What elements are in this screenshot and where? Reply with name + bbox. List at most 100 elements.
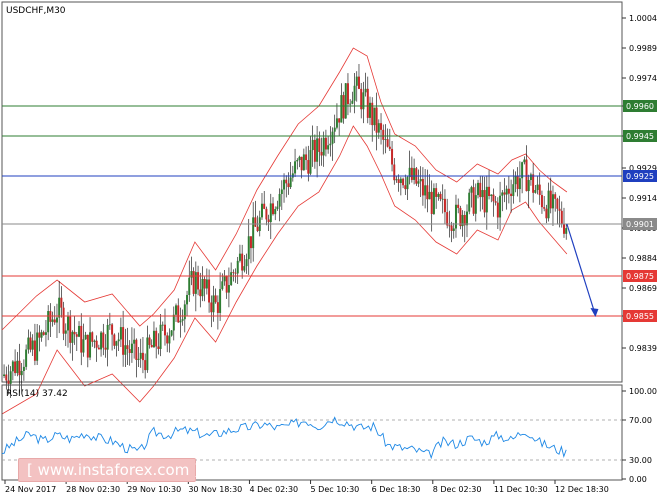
candle-body	[338, 118, 341, 123]
candle-body	[532, 174, 535, 193]
y-tick-label: 0.9914	[629, 194, 657, 203]
candle-body	[329, 143, 332, 146]
candle-body	[302, 154, 305, 171]
candle-body	[448, 225, 451, 227]
candle-body	[527, 180, 530, 192]
candle-body	[516, 175, 519, 190]
candle-body	[170, 330, 173, 336]
candle-body	[276, 206, 279, 210]
candle-body	[111, 324, 114, 335]
candle-body	[168, 335, 171, 344]
candle-body	[307, 160, 310, 174]
candle-body	[42, 332, 45, 335]
candle-body	[216, 302, 219, 313]
candle-body	[287, 183, 290, 188]
candle-body	[93, 340, 96, 342]
candle-body	[501, 192, 504, 196]
candle-body	[488, 186, 491, 197]
candle-body	[232, 272, 235, 274]
candle-body	[124, 345, 127, 355]
candle-body	[283, 179, 286, 190]
candle-body	[324, 137, 327, 150]
candle-body	[126, 345, 129, 350]
candle-body	[483, 190, 486, 213]
candle-body	[135, 339, 138, 360]
candle-body	[7, 380, 10, 384]
candle-body	[25, 349, 28, 367]
candle-body	[69, 316, 72, 343]
candle-body	[14, 361, 17, 374]
rsi-y-tick-label: 30.00	[629, 456, 652, 465]
candle-body	[331, 131, 334, 144]
candle-body	[384, 139, 387, 141]
candle-body	[64, 330, 67, 334]
candle-body	[342, 95, 345, 119]
y-tick-label: 0.9974	[629, 74, 657, 83]
candle-body	[212, 295, 215, 313]
candle-body	[181, 319, 184, 321]
candle-body	[298, 156, 301, 161]
candle-body	[265, 208, 268, 220]
candle-body	[117, 339, 120, 342]
candle-body	[305, 154, 308, 161]
candle-body	[529, 174, 532, 181]
candle-body	[503, 192, 506, 195]
candle-body	[113, 334, 116, 346]
candle-body	[186, 294, 189, 305]
candle-body	[115, 341, 118, 346]
watermark-badge: [ www.instaforex.com ]	[18, 458, 200, 482]
candle-body	[36, 332, 39, 361]
candle-body	[320, 151, 323, 156]
candle-body	[247, 236, 250, 260]
candle-body	[470, 187, 473, 193]
candle-body	[230, 272, 233, 286]
candle-body	[238, 253, 241, 261]
candle-body	[435, 188, 438, 197]
candle-body	[91, 332, 94, 342]
level-price-label: 0.9960	[626, 102, 654, 111]
candle-body	[225, 276, 228, 293]
candle-body	[419, 179, 422, 182]
candle-body	[558, 208, 561, 211]
candle-body	[148, 337, 151, 345]
candle-body	[197, 272, 200, 290]
candle-body	[208, 279, 211, 303]
candle-body	[104, 347, 107, 350]
candle-body	[100, 332, 103, 350]
candle-body	[11, 361, 14, 372]
candle-body	[512, 184, 515, 197]
candle-body	[490, 194, 493, 197]
candle-body	[194, 272, 197, 294]
candle-body	[382, 129, 385, 140]
x-tick-label: 28 Nov 02:30	[66, 485, 120, 494]
candle-body	[157, 346, 160, 349]
candle-body	[380, 123, 383, 130]
candle-body	[452, 228, 455, 231]
candle-body	[399, 178, 402, 183]
candle-body	[481, 190, 484, 198]
candle-body	[327, 145, 330, 150]
candle-body	[443, 198, 446, 213]
candle-body	[353, 85, 356, 101]
candle-body	[278, 193, 281, 207]
candle-body	[166, 335, 169, 344]
candle-body	[428, 191, 431, 200]
level-price-label: 0.9925	[626, 172, 654, 181]
candle-body	[375, 107, 378, 133]
candle-body	[437, 193, 440, 197]
candle-body	[137, 358, 140, 360]
y-tick-label: 0.9869	[629, 284, 657, 293]
candle-body	[421, 179, 424, 196]
candle-body	[254, 217, 257, 227]
candle-body	[395, 179, 398, 181]
candle-body	[514, 175, 517, 185]
candle-body	[256, 226, 259, 232]
candle-body	[397, 179, 400, 183]
level-price-label: 0.9901	[626, 220, 654, 229]
candle-body	[549, 190, 552, 209]
candle-body	[163, 324, 166, 336]
candle-body	[51, 319, 54, 322]
candle-body	[545, 208, 548, 219]
x-tick-label: 29 Nov 10:30	[127, 485, 181, 494]
candle-body	[441, 198, 444, 200]
